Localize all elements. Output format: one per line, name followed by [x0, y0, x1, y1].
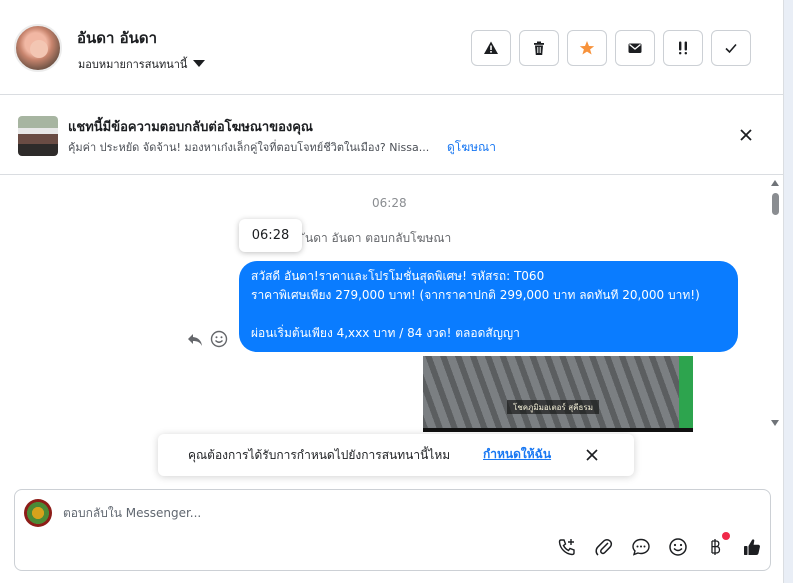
thumbs-up-icon[interactable]: [742, 537, 762, 557]
ad-banner-subtitle: คุ้มค่า ประหยัด จัดจ้าน! มองหาเก๋งเล็กคู…: [68, 141, 430, 154]
contact-avatar[interactable]: [14, 24, 62, 72]
ad-reply-note: ันดา อันดา ตอบกลับโฆษณา: [305, 231, 452, 245]
message-line: ราคาพิเศษเพียง 279,000 บาท! (จากราคาปกติ…: [251, 288, 700, 302]
scrollbar[interactable]: [768, 176, 784, 480]
ad-thumbnail[interactable]: [18, 116, 58, 156]
close-icon: [740, 129, 752, 141]
delete-button[interactable]: [519, 30, 559, 66]
report-spam-button[interactable]: [471, 30, 511, 66]
media-caption: โชคภูมิมอเตอร์ สุคีธรม: [507, 400, 599, 414]
time-tooltip: 06:28: [239, 219, 302, 252]
close-prompt-button[interactable]: [584, 447, 600, 463]
conversation-header: อันดา อันดา มอบหมายการสนทนานี้: [0, 0, 784, 95]
mark-done-button[interactable]: [711, 30, 751, 66]
reply-icon[interactable]: [187, 332, 203, 346]
conversation-panel: อันดา อันดา มอบหมายการสนทนานี้ แชทนี้มีข…: [0, 0, 784, 583]
star-icon: [579, 41, 595, 55]
emoji-icon[interactable]: [668, 537, 688, 557]
scroll-down-arrow-icon[interactable]: [771, 420, 779, 426]
view-ad-link[interactable]: ดูโฆษณา: [447, 138, 496, 157]
check-icon: [725, 43, 737, 54]
phone-plus-icon[interactable]: [557, 537, 577, 557]
window-edge: [784, 0, 793, 583]
message-image[interactable]: โชคภูมิมอเตอร์ สุคีธรม: [423, 356, 693, 432]
notification-dot: [722, 532, 730, 540]
follow-up-button[interactable]: [663, 30, 703, 66]
composer-tools: [557, 532, 762, 557]
message-line: สวัสดี อันดา!ราคาและโปรโมชั่นสุดพิเศษ! ร…: [251, 269, 545, 283]
scrollbar-thumb[interactable]: [772, 193, 779, 215]
react-emoji-icon[interactable]: [210, 330, 228, 348]
contact-name[interactable]: อันดา อันดา: [77, 26, 157, 50]
page-avatar: [24, 499, 52, 527]
assign-prompt: คุณต้องการได้รับการกำหนดไปยังการสนทนานี้…: [158, 434, 634, 476]
assign-to-me-link[interactable]: กำหนดให้ฉัน: [483, 445, 551, 464]
baht-icon[interactable]: [705, 532, 730, 557]
reply-input[interactable]: [63, 506, 663, 520]
scroll-up-arrow-icon[interactable]: [771, 180, 779, 186]
assign-prompt-question: คุณต้องการได้รับการกำหนดไปยังการสนทนานี้…: [188, 448, 451, 462]
ad-banner-title: แชทนี้มีข้อความตอบกลับต่อโฆษณาของคุณ: [68, 120, 313, 135]
assign-dropdown[interactable]: มอบหมายการสนทนานี้: [78, 55, 206, 73]
ad-reply-banner: แชทนี้มีข้อความตอบกลับต่อโฆษณาของคุณ คุ้…: [0, 96, 784, 175]
warning-icon: [484, 41, 498, 54]
double-exclamation-icon: [679, 41, 687, 55]
message-bubble[interactable]: สวัสดี อันดา!ราคาและโปรโมชั่นสุดพิเศษ! ร…: [239, 261, 738, 352]
message-composer: [14, 489, 771, 571]
mark-unread-button[interactable]: [615, 30, 655, 66]
caret-down-icon: [193, 59, 206, 67]
header-actions: [471, 30, 751, 66]
message-timestamp: 06:28: [372, 196, 407, 210]
envelope-icon: [628, 43, 642, 53]
attachment-icon[interactable]: [594, 537, 614, 557]
close-ad-banner-button[interactable]: [735, 124, 757, 146]
message-line: ผ่อนเริ่มต้นเพียง 4,xxx บาท / 84 งวด! ตล…: [251, 326, 520, 340]
message-line: [251, 305, 726, 324]
trash-icon: [534, 41, 544, 55]
star-button[interactable]: [567, 30, 607, 66]
assign-label: มอบหมายการสนทนานี้: [78, 58, 188, 71]
chat-bubble-icon[interactable]: [631, 537, 651, 557]
close-icon: [586, 449, 598, 461]
